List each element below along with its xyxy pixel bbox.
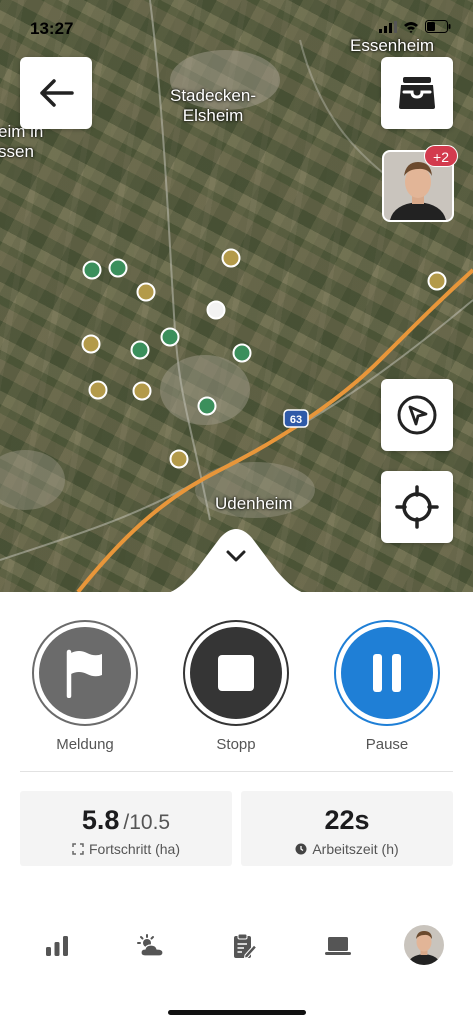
pause-control[interactable]: Pause (333, 620, 441, 753)
field-marker-green (232, 343, 252, 363)
avatar-count-badge: +2 (424, 145, 458, 167)
field-marker-green (160, 327, 180, 347)
field-marker-green (197, 396, 217, 416)
team-avatar-button[interactable]: +2 (382, 145, 458, 222)
place-label-stadecken: Stadecken- Elsheim (170, 86, 256, 125)
report-button[interactable] (32, 620, 138, 726)
progress-value: 5.8 (81, 805, 120, 835)
navigation-arrow-icon (397, 395, 437, 435)
field-marker-yellow (81, 334, 101, 354)
progress-card: 5.8/10.5 Fortschritt (ha) (20, 791, 232, 866)
place-label-udenheim: Udenheim (215, 494, 293, 513)
inbox-button[interactable] (381, 57, 453, 129)
back-button[interactable] (20, 57, 92, 129)
progress-total: /10.5 (123, 811, 171, 834)
crosshair-icon (395, 485, 439, 529)
pause-label: Pause (365, 736, 409, 753)
road-shield: 63 (283, 409, 309, 428)
collapse-panel-button[interactable] (162, 520, 310, 592)
pause-button[interactable] (334, 620, 440, 726)
field-marker-green (82, 260, 102, 280)
place-label-essenheim: Essenheim (350, 36, 435, 55)
notes-icon (234, 933, 257, 959)
stop-control[interactable]: Stopp (182, 620, 290, 753)
worktime-card: 22s Arbeitszeit (h) (241, 791, 453, 866)
navigate-button[interactable] (381, 379, 453, 451)
report-control[interactable]: Meldung (31, 620, 139, 753)
tab-notes[interactable] (225, 926, 265, 966)
status-icons (379, 20, 451, 33)
tab-profile[interactable] (404, 925, 444, 965)
clock-icon (295, 843, 307, 855)
tracking-controls: Meldung Stopp Pause (0, 620, 473, 760)
field-marker-yellow (136, 282, 156, 302)
signal-icon (379, 20, 397, 33)
arrow-left-icon (40, 79, 74, 107)
laptop-icon (325, 937, 351, 955)
stop-label: Stopp (216, 736, 256, 753)
pause-icon (373, 654, 401, 692)
field-marker-yellow (169, 449, 189, 469)
stop-button[interactable] (183, 620, 289, 726)
report-label: Meldung (56, 736, 114, 753)
flag-icon (66, 649, 102, 698)
field-marker-yellow (427, 271, 447, 291)
stop-icon (218, 655, 254, 691)
inbox-tray-icon (399, 77, 435, 109)
divider (20, 771, 453, 772)
stats-icon (46, 936, 68, 956)
tab-weather[interactable] (131, 926, 171, 966)
field-marker-green (108, 258, 128, 278)
worktime-label: Arbeitszeit (h) (312, 841, 399, 857)
wifi-icon (404, 21, 418, 33)
field-marker-yellow (132, 381, 152, 401)
progress-label: Fortschritt (ha) (88, 841, 180, 857)
locate-button[interactable] (381, 471, 453, 543)
field-marker-green (130, 340, 150, 360)
field-marker-yellow (88, 380, 108, 400)
tab-stats[interactable] (37, 926, 77, 966)
weather-icon (137, 934, 164, 957)
field-marker-white (206, 300, 226, 320)
svg-text:63: 63 (290, 414, 302, 426)
field-marker-yellow (221, 248, 241, 268)
home-indicator (168, 1010, 306, 1015)
tab-computer[interactable] (318, 926, 358, 966)
worktime-value: 22s (324, 805, 370, 835)
profile-avatar (404, 925, 444, 965)
map-view[interactable]: 63 13:27 Essenheim Stadecken- Elsheim ei… (0, 0, 473, 592)
battery-icon (425, 20, 451, 33)
status-time: 13:27 (30, 19, 74, 38)
bottom-tab-bar (0, 918, 473, 972)
expand-icon (72, 843, 84, 855)
